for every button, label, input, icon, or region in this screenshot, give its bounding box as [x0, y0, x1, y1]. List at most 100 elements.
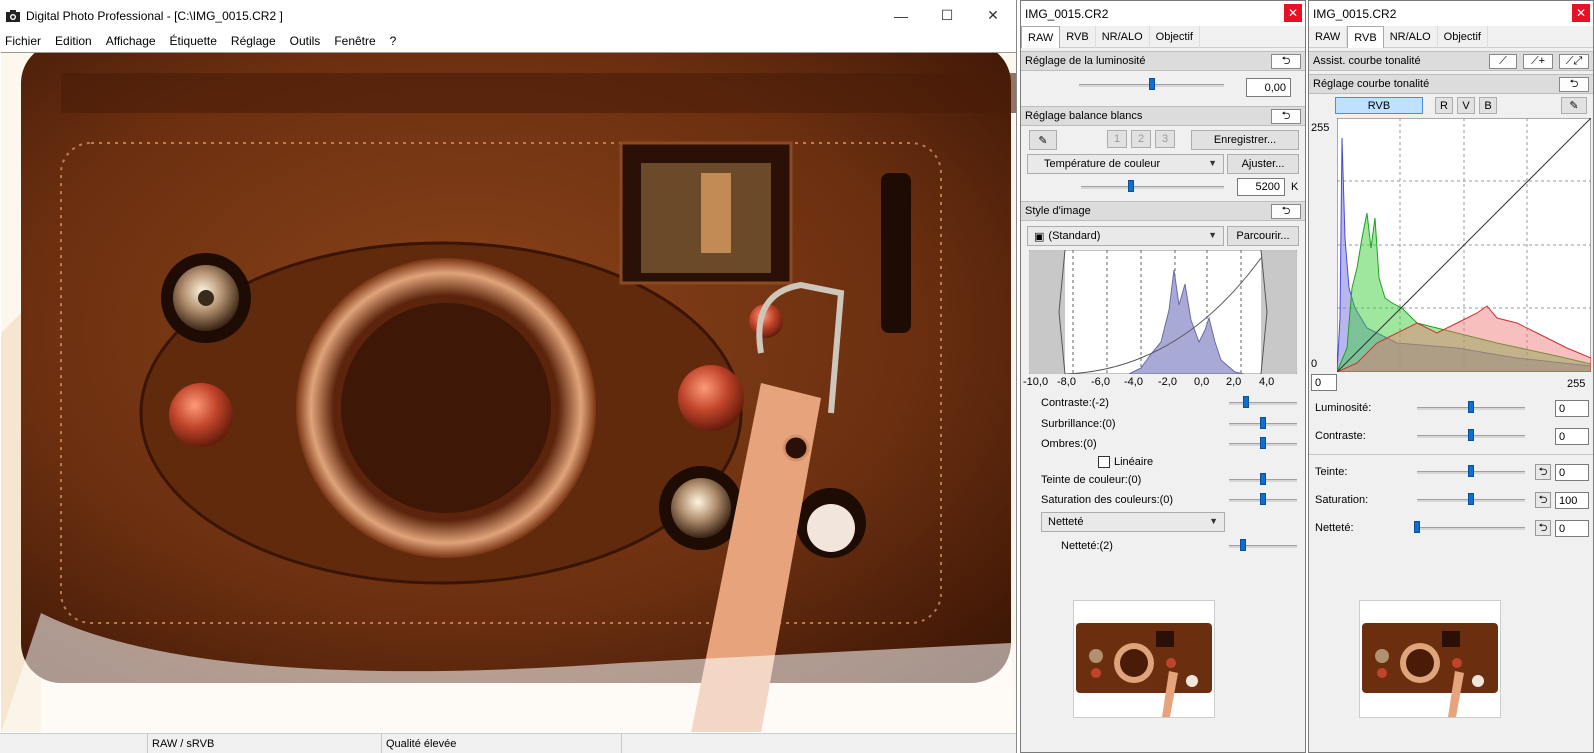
white-balance-eyedropper-button[interactable]: ✎	[1029, 130, 1057, 150]
highlight-label: Surbrillance:(0)	[1041, 418, 1116, 430]
white-balance-reset-button[interactable]: ⮌	[1271, 109, 1301, 124]
undo-icon: ⮌	[1569, 78, 1579, 90]
tab-objectif[interactable]: Objectif	[1438, 26, 1488, 48]
curve-reset-button[interactable]: ⮌	[1559, 77, 1589, 92]
curve-axis-bottom-label: 0	[1311, 358, 1318, 370]
color-temp-slider-track[interactable]	[1081, 186, 1224, 189]
hue-slider-thumb[interactable]	[1468, 465, 1474, 477]
sharpness-slider-thumb[interactable]	[1239, 539, 1246, 551]
register-wb-button[interactable]: Enregistrer...	[1191, 130, 1299, 150]
picture-style-dropdown[interactable]: ▣ (Standard) ▼	[1027, 226, 1224, 246]
contrast-slider-thumb[interactable]	[1243, 396, 1249, 408]
color-tone-slider-thumb[interactable]	[1260, 473, 1266, 485]
tab-nr-alo[interactable]: NR/ALO	[1096, 26, 1150, 48]
sharpness-mode-dropdown[interactable]: Netteté ▼	[1041, 512, 1225, 532]
rvb-sharpness-slider-thumb[interactable]	[1414, 521, 1420, 533]
curve-add-button[interactable]: ⟋+	[1523, 54, 1553, 69]
curve-adjust-section-header: Réglage courbe tonalité ⮌	[1309, 74, 1593, 94]
tab-raw[interactable]: RAW	[1021, 26, 1061, 48]
rvb-sharpness-value[interactable]: 0	[1555, 520, 1589, 537]
saturation-label: Saturation des couleurs:(0)	[1041, 494, 1174, 506]
menu-outils[interactable]: Outils	[290, 34, 321, 48]
palette-tabs: RAW RVB NR/ALO Objectif	[1309, 26, 1593, 48]
tab-objectif[interactable]: Objectif	[1150, 26, 1200, 48]
palette-close-button[interactable]: ✕	[1284, 4, 1302, 22]
rvb-contrast-slider-thumb[interactable]	[1468, 429, 1474, 441]
thumbnail-image	[1074, 601, 1214, 717]
minimize-button[interactable]: —	[878, 0, 924, 31]
highlight-slider-thumb[interactable]	[1260, 417, 1266, 429]
menu-edition[interactable]: Edition	[55, 34, 92, 48]
rvb-brightness-value[interactable]: 0	[1555, 400, 1589, 417]
brightness-slider-thumb[interactable]	[1148, 78, 1155, 90]
menu-bar: Fichier Edition Affichage Étiquette Régl…	[0, 31, 1016, 51]
wb-preset-1-button[interactable]: 1	[1107, 130, 1127, 148]
white-balance-header: Réglage balance blancs	[1025, 110, 1143, 122]
curve-linear-button[interactable]: ⟋	[1489, 54, 1517, 69]
divider	[1309, 454, 1593, 455]
undo-icon: ⮌	[1281, 205, 1291, 217]
tab-nr-alo[interactable]: NR/ALO	[1384, 26, 1438, 48]
wb-preset-2-button[interactable]: 2	[1131, 130, 1151, 148]
channel-rvb-button[interactable]: RVB	[1335, 97, 1423, 114]
channel-v-button[interactable]: V	[1457, 97, 1475, 114]
curve-eyedropper-button[interactable]: ✎	[1561, 97, 1587, 114]
saturation-reset-button[interactable]: ⮌	[1535, 492, 1551, 508]
image-canvas[interactable]	[1, 52, 1016, 732]
tab-rvb[interactable]: RVB	[1060, 26, 1096, 48]
sharpness-reset-button[interactable]: ⮌	[1535, 520, 1551, 536]
navigator-thumbnail[interactable]	[1359, 600, 1501, 718]
palette-title: IMG_0015.CR2	[1313, 6, 1397, 21]
contrast-label: Contraste:	[1315, 430, 1366, 442]
camera-icon: ▣	[1034, 230, 1045, 243]
browse-style-button[interactable]: Parcourir...	[1227, 226, 1299, 246]
rvb-brightness-slider-thumb[interactable]	[1468, 401, 1474, 413]
rvb-saturation-slider-thumb[interactable]	[1468, 493, 1474, 505]
palette-close-button[interactable]: ✕	[1572, 4, 1590, 22]
wb-preset-3-button[interactable]: 3	[1155, 130, 1175, 148]
contrast-slider-track[interactable]	[1229, 402, 1297, 405]
curve-auto-button[interactable]: ⟋⤢	[1559, 54, 1589, 69]
brightness-reset-button[interactable]: ⮌	[1271, 54, 1301, 69]
menu-fenetre[interactable]: Fenêtre	[334, 34, 375, 48]
close-button[interactable]: ✕	[970, 0, 1016, 31]
kelvin-value-field[interactable]: 5200	[1237, 178, 1285, 196]
navigator-thumbnail[interactable]	[1073, 600, 1215, 718]
rvb-contrast-value[interactable]: 0	[1555, 428, 1589, 445]
adjust-wb-button[interactable]: Ajuster...	[1227, 154, 1299, 174]
axis-tick: -10,0	[1023, 376, 1049, 388]
menu-affichage[interactable]: Affichage	[106, 34, 156, 48]
input-max-label: 255	[1567, 378, 1586, 390]
menu-fichier[interactable]: Fichier	[5, 34, 41, 48]
tone-curve-graph[interactable]	[1337, 118, 1591, 372]
menu-reglage[interactable]: Réglage	[231, 34, 276, 48]
shadows-slider-thumb[interactable]	[1260, 437, 1266, 449]
maximize-button[interactable]: ☐	[924, 0, 970, 31]
kelvin-unit-label: K	[1291, 181, 1299, 193]
input-min-field[interactable]: 0	[1311, 374, 1337, 391]
picture-style-histogram[interactable]	[1029, 250, 1297, 374]
brightness-header: Réglage de la luminosité	[1025, 55, 1146, 67]
channel-b-button[interactable]: B	[1479, 97, 1497, 114]
main-window: Digital Photo Professional - [C:\IMG_001…	[0, 0, 1017, 753]
brightness-value-field[interactable]: 0,00	[1246, 78, 1291, 97]
color-temp-slider-thumb[interactable]	[1128, 180, 1135, 192]
axis-tick: 4,0	[1259, 376, 1275, 388]
chevron-down-icon: ▼	[1208, 158, 1217, 168]
picture-style-reset-button[interactable]: ⮌	[1271, 204, 1301, 219]
tab-rvb[interactable]: RVB	[1347, 26, 1384, 48]
hue-reset-button[interactable]: ⮌	[1535, 464, 1551, 480]
undo-icon: ⮌	[1538, 521, 1548, 534]
channel-r-button[interactable]: R	[1435, 97, 1453, 114]
saturation-slider-thumb[interactable]	[1260, 493, 1266, 505]
rvb-sharpness-slider-track[interactable]	[1417, 527, 1525, 530]
menu-help[interactable]: ?	[390, 34, 397, 48]
tab-raw[interactable]: RAW	[1309, 26, 1348, 48]
axis-tick: -8,0	[1057, 376, 1076, 388]
rvb-saturation-value[interactable]: 100	[1555, 492, 1589, 509]
hue-value[interactable]: 0	[1555, 464, 1589, 481]
linear-checkbox[interactable]	[1098, 456, 1110, 468]
wb-mode-dropdown[interactable]: Température de couleur ▼	[1027, 154, 1224, 174]
curve-plus-icon: ⟋+	[1530, 55, 1546, 67]
menu-etiquette[interactable]: Étiquette	[170, 34, 217, 48]
